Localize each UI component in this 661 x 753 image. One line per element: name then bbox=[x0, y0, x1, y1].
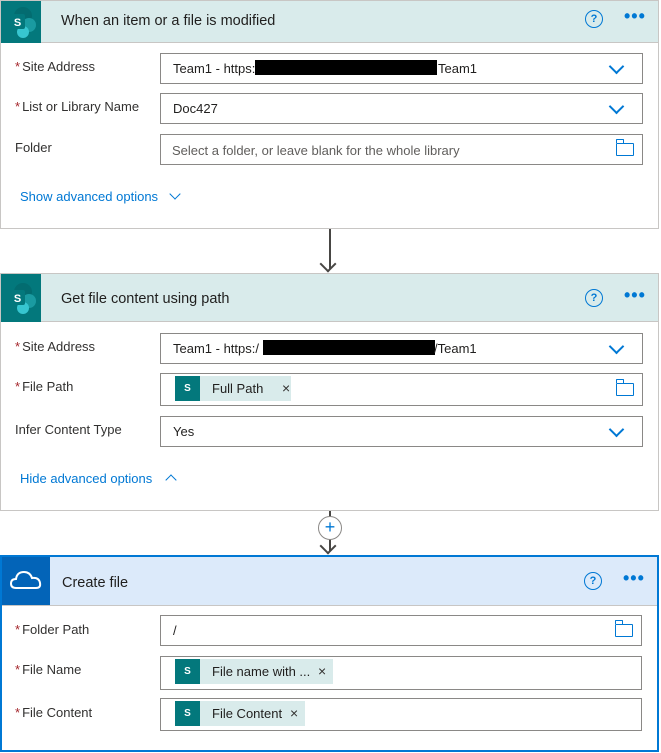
folder-picker-icon[interactable] bbox=[615, 139, 634, 156]
trigger-card: S When an item or a file is modified ? •… bbox=[0, 0, 659, 229]
file-name-input[interactable]: S File name with ... × bbox=[160, 656, 642, 690]
folder-path-label-text: Folder Path bbox=[22, 622, 90, 637]
site-address-prefix: Team1 - https:/ bbox=[173, 341, 259, 356]
onedrive-icon bbox=[2, 557, 50, 605]
file-name-label-text: File Name bbox=[22, 662, 82, 677]
site-address-dropdown[interactable]: Team1 - https:/ /Team1 bbox=[160, 333, 643, 364]
get-file-content-card: S Get file content using path ? ••• * Sit… bbox=[0, 273, 659, 511]
site-address-dropdown[interactable]: Team1 - https: Team1 bbox=[160, 53, 643, 84]
show-advanced-options-link[interactable]: Show advanced options bbox=[20, 189, 158, 204]
folder-path-value: / bbox=[173, 623, 177, 638]
infer-content-type-dropdown[interactable]: Yes bbox=[160, 416, 643, 447]
folder-label: Folder bbox=[15, 140, 52, 155]
folder-path-input[interactable]: / bbox=[160, 615, 642, 646]
list-name-dropdown[interactable]: Doc427 bbox=[160, 93, 643, 124]
arrow-down-icon bbox=[319, 255, 337, 273]
required-marker: * bbox=[15, 662, 21, 677]
svg-text:S: S bbox=[14, 17, 21, 29]
folder-placeholder: Select a folder, or leave blank for the … bbox=[172, 143, 460, 158]
trigger-card-title: When an item or a file is modified bbox=[61, 13, 276, 29]
folder-input[interactable]: Select a folder, or leave blank for the … bbox=[160, 134, 643, 165]
required-marker: * bbox=[15, 705, 21, 720]
sharepoint-token-icon: S bbox=[175, 659, 200, 684]
chevron-down-icon[interactable] bbox=[608, 421, 625, 438]
file-path-input[interactable]: S Full Path × bbox=[160, 373, 643, 406]
site-address-label: * Site Address bbox=[15, 59, 95, 74]
chevron-up-icon[interactable] bbox=[165, 474, 177, 486]
token-label: File Content bbox=[212, 706, 283, 721]
folder-picker-icon[interactable] bbox=[614, 620, 633, 637]
site-address-label: * Site Address bbox=[15, 339, 95, 354]
remove-token-icon[interactable]: × bbox=[282, 380, 290, 396]
more-options-icon[interactable]: ••• bbox=[624, 285, 646, 306]
required-marker: * bbox=[15, 622, 21, 637]
redaction-bar bbox=[255, 60, 437, 75]
file-path-label: * File Path bbox=[15, 379, 73, 394]
file-name-label: * File Name bbox=[15, 662, 81, 677]
chevron-down-icon[interactable] bbox=[169, 188, 181, 200]
redaction-bar bbox=[263, 340, 435, 355]
dynamic-content-token[interactable]: S Full Path × bbox=[175, 376, 291, 401]
site-address-label-text: Site Address bbox=[22, 339, 96, 354]
infer-content-type-label: Infer Content Type bbox=[15, 422, 122, 437]
sharepoint-icon: S bbox=[1, 274, 41, 322]
sharepoint-icon: S bbox=[1, 1, 41, 43]
token-label: File name with ... bbox=[212, 664, 311, 679]
hide-advanced-options-link[interactable]: Hide advanced options bbox=[20, 471, 152, 486]
token-label: Full Path bbox=[212, 381, 264, 396]
site-address-suffix: /Team1 bbox=[434, 341, 477, 356]
folder-path-label: * Folder Path bbox=[15, 622, 89, 637]
more-options-icon[interactable]: ••• bbox=[623, 568, 645, 589]
site-address-suffix: Team1 bbox=[438, 61, 478, 76]
list-name-label-text: List or Library Name bbox=[22, 99, 140, 114]
required-marker: * bbox=[15, 379, 21, 394]
dynamic-content-token[interactable]: S File name with ... × bbox=[175, 659, 333, 684]
file-content-input[interactable]: S File Content × bbox=[160, 698, 642, 731]
get-file-content-title: Get file content using path bbox=[61, 291, 230, 307]
infer-content-type-value: Yes bbox=[173, 424, 195, 439]
chevron-down-icon[interactable] bbox=[608, 338, 625, 355]
remove-token-icon[interactable]: × bbox=[318, 663, 326, 679]
trigger-card-header[interactable]: S When an item or a file is modified ? •… bbox=[1, 1, 658, 43]
file-content-label-text: File Content bbox=[22, 705, 93, 720]
arrow-down-icon bbox=[319, 537, 337, 555]
required-marker: * bbox=[15, 339, 21, 354]
create-file-title: Create file bbox=[62, 575, 129, 591]
sharepoint-token-icon: S bbox=[175, 701, 200, 726]
list-name-label: * List or Library Name bbox=[15, 99, 139, 114]
sharepoint-token-icon: S bbox=[175, 376, 200, 401]
list-name-value: Doc427 bbox=[173, 101, 218, 116]
required-marker: * bbox=[15, 59, 21, 74]
create-file-header[interactable]: Create file ? ••• bbox=[2, 557, 657, 606]
folder-picker-icon[interactable] bbox=[615, 379, 634, 396]
create-file-card: Create file ? ••• * Folder Path / * File N… bbox=[0, 555, 659, 752]
help-icon[interactable]: ? bbox=[585, 10, 603, 28]
more-options-icon[interactable]: ••• bbox=[624, 6, 646, 27]
chevron-down-icon[interactable] bbox=[608, 58, 625, 75]
file-content-label: * File Content bbox=[15, 705, 92, 720]
help-icon[interactable]: ? bbox=[584, 572, 602, 590]
add-step-icon[interactable]: + bbox=[318, 516, 342, 540]
help-icon[interactable]: ? bbox=[585, 289, 603, 307]
chevron-down-icon[interactable] bbox=[608, 98, 625, 115]
svg-text:S: S bbox=[14, 293, 21, 305]
remove-token-icon[interactable]: × bbox=[290, 705, 298, 721]
get-file-content-header[interactable]: S Get file content using path ? ••• bbox=[1, 274, 658, 322]
site-address-label-text: Site Address bbox=[22, 59, 96, 74]
site-address-prefix: Team1 - https: bbox=[173, 61, 256, 76]
dynamic-content-token[interactable]: S File Content × bbox=[175, 701, 305, 726]
file-path-label-text: File Path bbox=[22, 379, 74, 394]
required-marker: * bbox=[15, 99, 21, 114]
